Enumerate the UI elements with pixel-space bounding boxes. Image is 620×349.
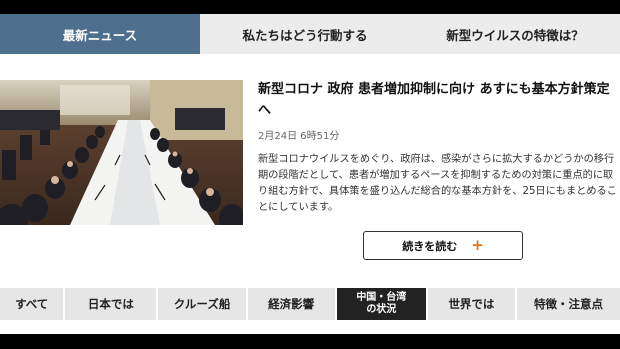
category-economy[interactable]: 経済影響 [247,288,335,320]
category-tabs: すべて 日本では クルーズ船 経済影響 中国・台湾 の状況 世界では 特徴・注意点 [0,288,620,320]
article-photo[interactable] [0,80,243,225]
category-japan[interactable]: 日本では [65,288,157,320]
read-more-label: 続きを読む [402,239,458,253]
category-china-taiwan-label: 中国・台湾 の状況 [356,292,407,315]
category-china-taiwan[interactable]: 中国・台湾 の状況 [336,288,426,320]
tab-virus-features[interactable]: 新型ウイルスの特徴は？ [410,14,620,54]
meeting-photo-image [0,80,243,225]
article-summary: 新型コロナウイルスをめぐり、政府は、感染がさらに拡大するかどうかの移行期の段階だ… [258,154,617,213]
category-features[interactable]: 特徴・注意点 [517,288,620,320]
plus-icon: + [471,236,484,254]
bottom-letterbox [0,334,620,349]
topic-tabs: 最新ニュース 私たちはどう行動する 新型ウイルスの特徴は？ [0,14,620,54]
tab-latest-news[interactable]: 最新ニュース [0,14,200,54]
news-page: 最新ニュース 私たちはどう行動する 新型ウイルスの特徴は？ 新型コロナ 政府 患… [0,0,620,349]
article-title[interactable]: 新型コロナ 政府 患者増加抑制に向け あすにも基本方針策定へ [258,79,620,121]
tab-how-to-act[interactable]: 私たちはどう行動する [200,14,410,54]
category-world[interactable]: 世界では [427,288,516,320]
category-all[interactable]: すべて [0,288,64,320]
article-timestamp: 2月24日 6時51分 [258,131,340,142]
category-cruise-ship[interactable]: クルーズ船 [158,288,246,320]
top-letterbox [0,0,620,14]
read-more-button[interactable]: 続きを読む + [363,231,523,260]
